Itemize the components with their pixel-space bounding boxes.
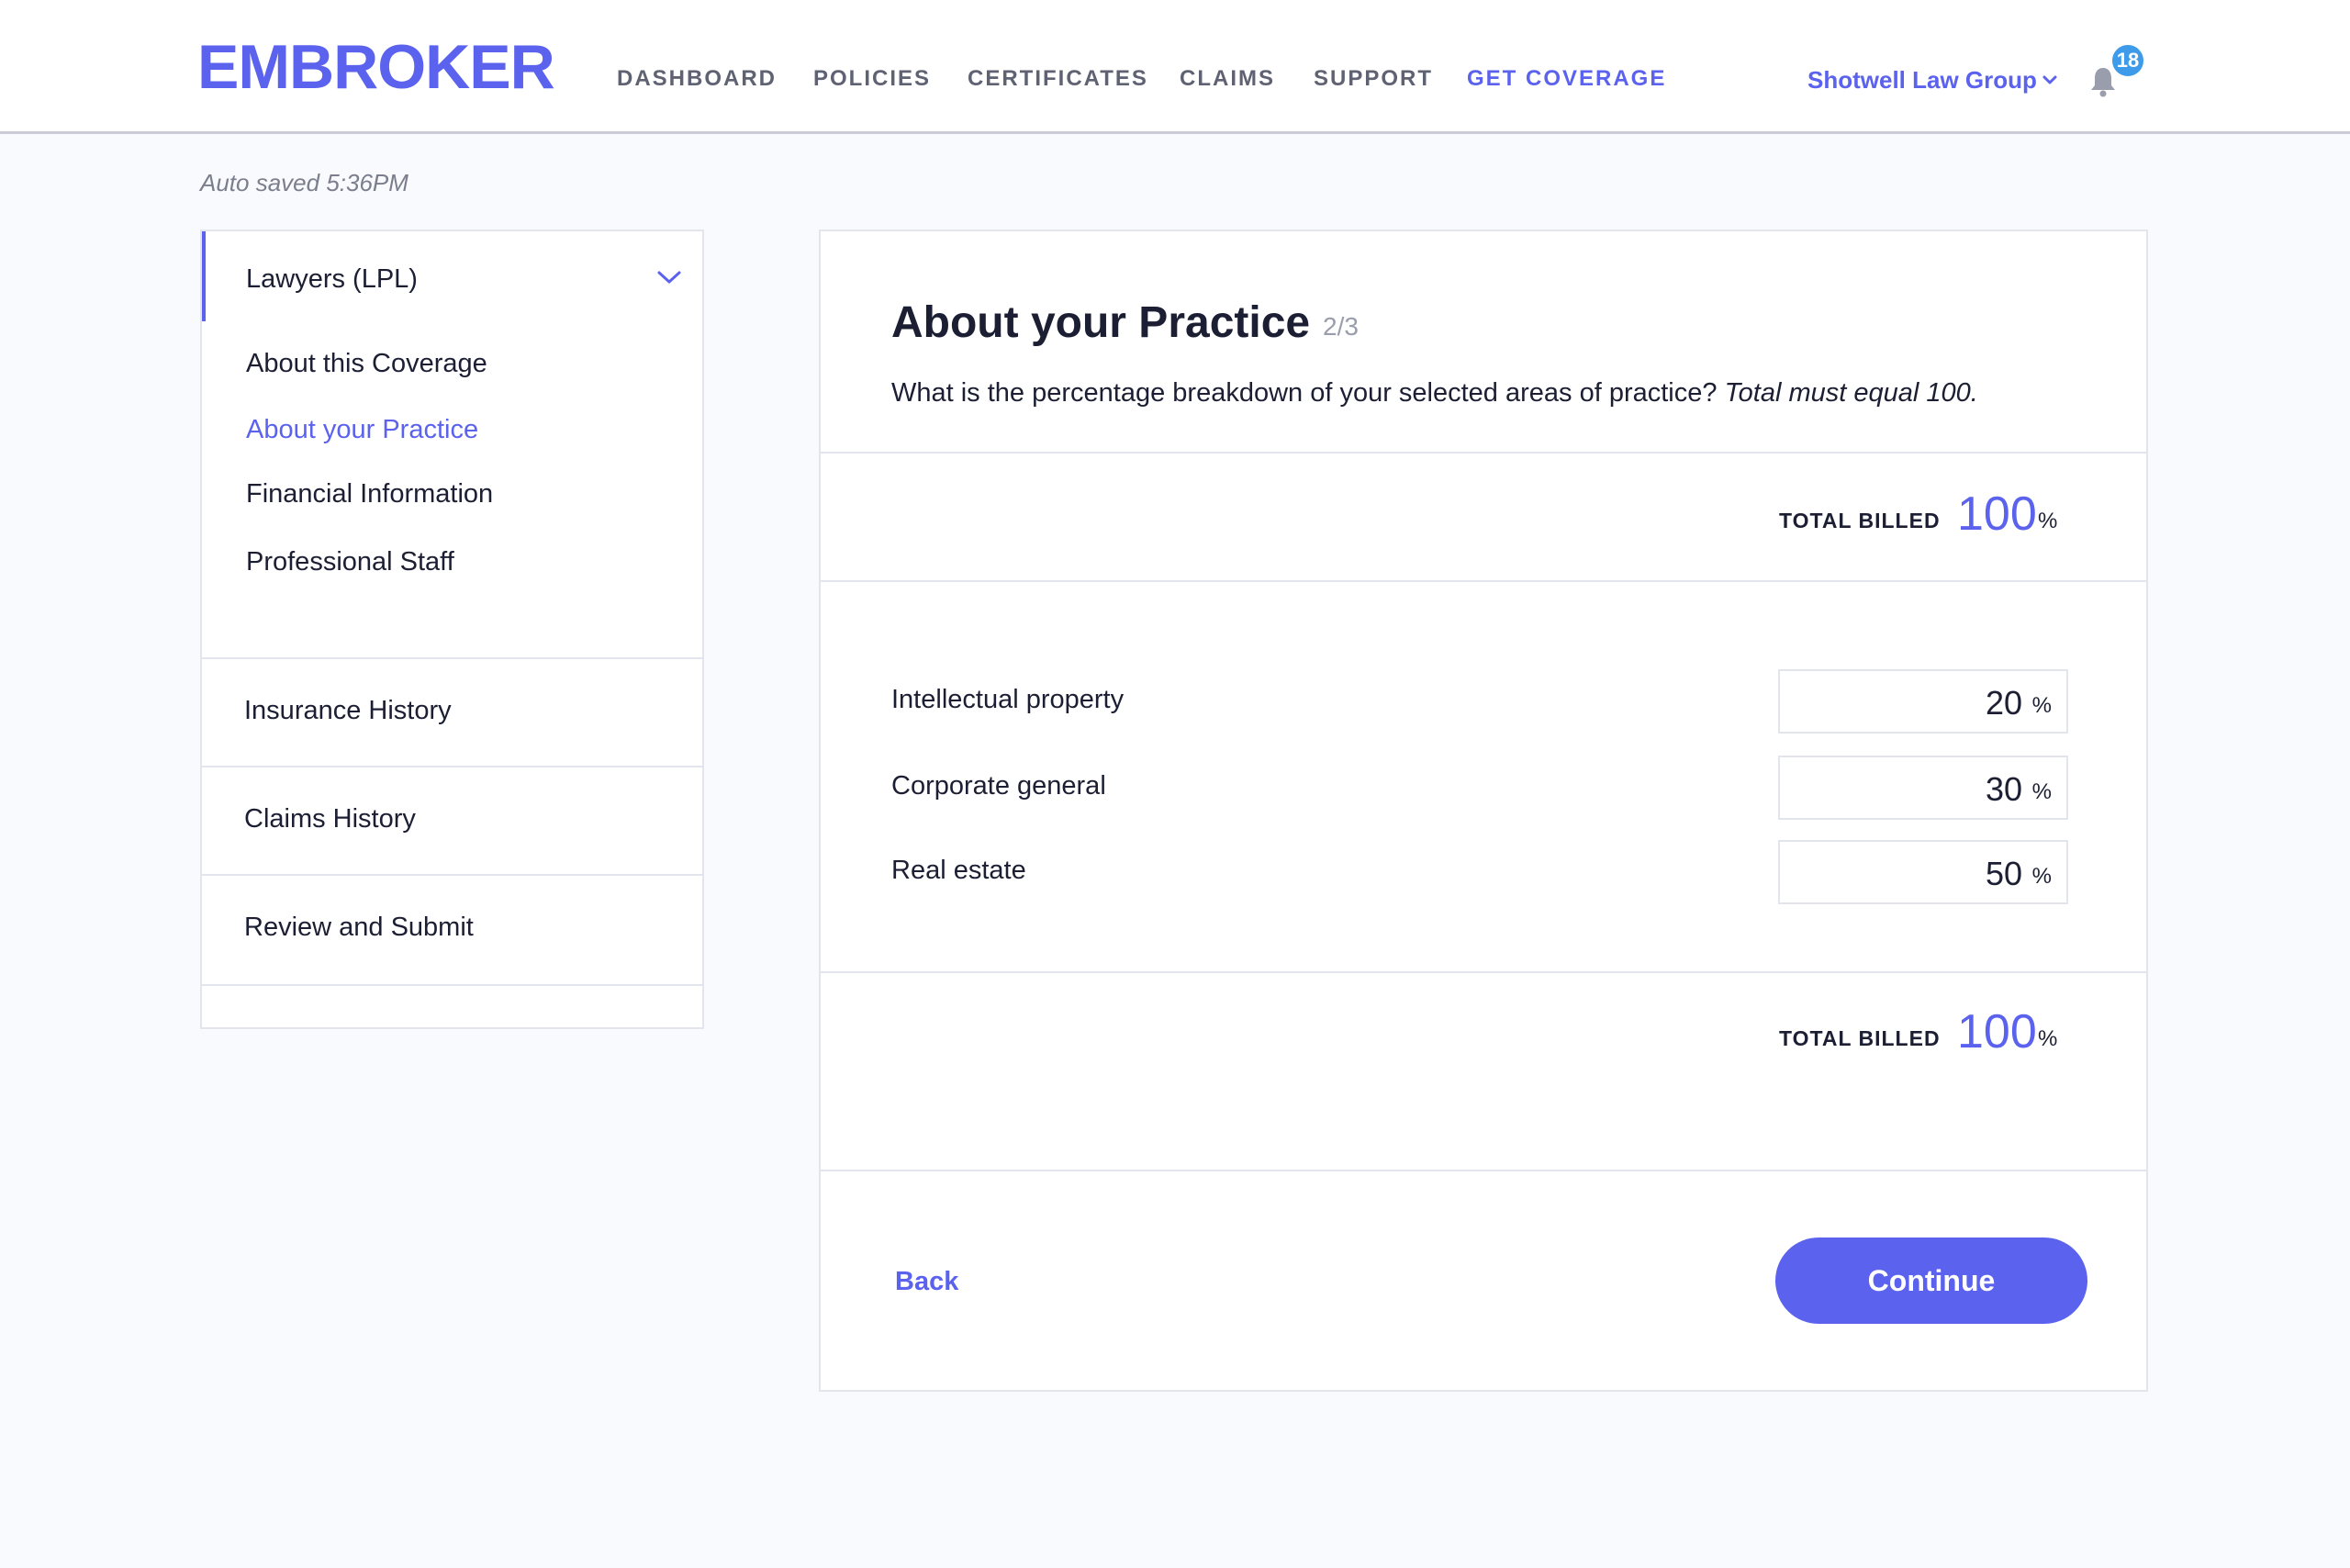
sidebar-item-label: Claims History [244,804,416,834]
continue-button[interactable]: Continue [1775,1238,2087,1324]
nav-certificates[interactable]: CERTIFICATES [968,66,1148,92]
percent-input-value: 30 [1985,770,2022,808]
percent-sign: % [2038,509,2058,533]
sidebar-item-review-and-submit[interactable]: Review and Submit [202,874,702,984]
percent-sign: % [2031,864,2052,889]
practice-area-label: Intellectual property [891,685,1125,714]
sidebar-item-about-this-coverage[interactable]: About this Coverage [246,349,487,379]
percent-sign: % [2031,693,2052,718]
intellectual-property-percent-input[interactable]: 20 % [1778,669,2068,734]
sidebar-divider [202,984,702,986]
divider [821,580,2146,582]
divider [821,971,2146,973]
chevron-down-icon[interactable] [2040,70,2060,90]
divider [821,452,2146,454]
total-billed-label: TOTAL BILLED [1779,1026,1941,1050]
sidebar-item-financial-information[interactable]: Financial Information [246,479,493,510]
practice-area-label: Corporate general [891,771,1106,801]
sidebar-item-professional-staff[interactable]: Professional Staff [246,547,454,577]
page-title: About your Practice [891,298,1311,347]
question-text: What is the percentage breakdown of your… [891,378,1978,409]
total-billed-value: 100 [1957,487,2037,541]
sidebar-section-lawyers-lpl[interactable]: Lawyers (LPL) [202,231,702,321]
sidebar-item-label: Insurance History [244,696,452,725]
chevron-down-icon[interactable] [655,268,683,286]
sidebar-item-label: Review and Submit [244,913,474,942]
sidebar-item-claims-history[interactable]: Claims History [202,766,702,874]
percent-input-value: 20 [1985,684,2022,722]
practice-breakdown-card: About your Practice 2/3 What is the perc… [819,230,2148,1392]
back-button[interactable]: Back [895,1267,958,1297]
percent-sign: % [2038,1026,2058,1051]
autosave-status: Auto saved 5:36PM [200,169,408,196]
application-steps-sidebar: Lawyers (LPL) About this Coverage About … [200,230,704,1029]
nav-dashboard[interactable]: DASHBOARD [617,66,777,92]
account-switcher[interactable]: Shotwell Law Group [1807,66,2037,95]
percent-sign: % [2031,779,2052,804]
corporate-general-percent-input[interactable]: 30 % [1778,756,2068,820]
total-billed-label: TOTAL BILLED [1779,509,1941,532]
sidebar-item-about-your-practice[interactable]: About your Practice [246,415,478,445]
nav-claims[interactable]: CLAIMS [1180,66,1275,92]
percent-input-value: 50 [1985,855,2022,892]
top-navigation-bar: EMBROKER DASHBOARD POLICIES CERTIFICATES… [0,0,2350,134]
divider [821,1170,2146,1171]
nav-support[interactable]: SUPPORT [1314,66,1433,92]
nav-policies[interactable]: POLICIES [813,66,931,92]
question-note: Total must equal 100. [1724,378,1978,408]
question-prompt: What is the percentage breakdown of your… [891,378,1718,408]
nav-get-coverage[interactable]: GET COVERAGE [1467,66,1666,92]
practice-area-label: Real estate [891,856,1026,885]
embroker-logo[interactable]: EMBROKER [197,33,555,101]
sidebar-section-title: Lawyers (LPL) [246,264,418,294]
step-indicator: 2/3 [1323,312,1359,341]
real-estate-percent-input[interactable]: 50 % [1778,840,2068,904]
sidebar-item-insurance-history[interactable]: Insurance History [202,657,702,766]
notification-count-badge[interactable]: 18 [2109,42,2146,79]
total-billed-value: 100 [1957,1005,2037,1058]
